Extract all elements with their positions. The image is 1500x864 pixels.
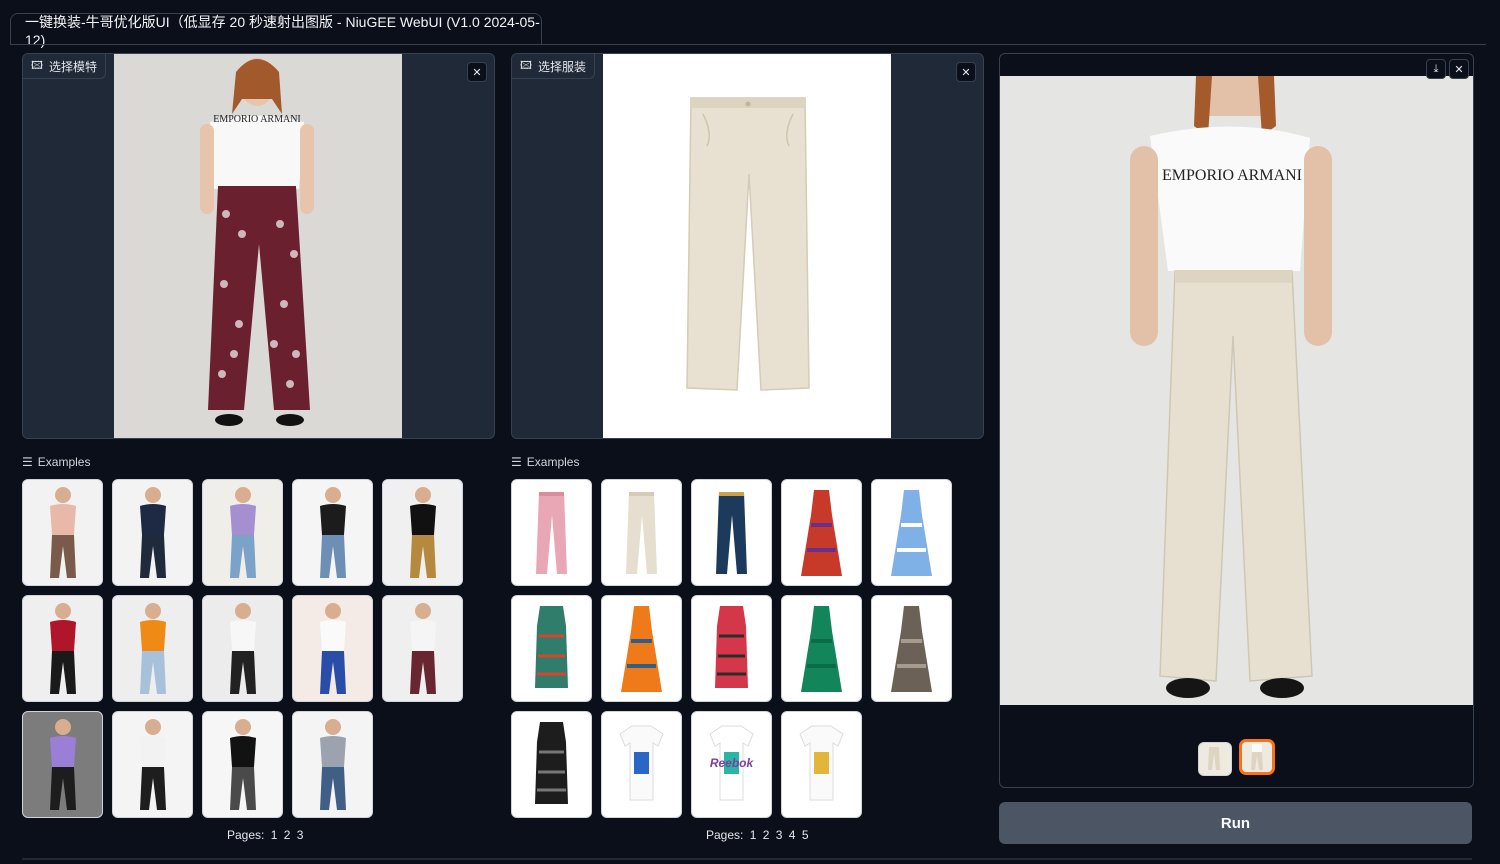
garment-example-blue-floral-dress[interactable]: [871, 479, 952, 586]
garment-example-print-sheath-dress[interactable]: [691, 595, 772, 702]
image-icon: 🖾: [520, 59, 532, 72]
garment-example-plaid-maxi-dress[interactable]: [871, 595, 952, 702]
model-example-black-tee-shorts[interactable]: [292, 479, 373, 586]
output-shirt-text: EMPORIO ARMANI: [1162, 167, 1302, 184]
garment-examples-grid: Reebok: [511, 479, 952, 818]
garment-examples-pagination: Pages: 1 2 3 4 5: [706, 828, 809, 842]
model-example-black-tee-grey-jeans[interactable]: [202, 711, 283, 818]
page-link[interactable]: 2: [284, 828, 291, 842]
page-link[interactable]: 4: [789, 828, 796, 842]
output-image: EMPORIO ARMANI: [1000, 76, 1473, 705]
result-thumb-1[interactable]: [1198, 742, 1232, 776]
model-example-navy-long-sleeve[interactable]: [112, 479, 193, 586]
output-gallery-panel[interactable]: ⤓ ✕ EMPORIO ARMANI: [999, 53, 1474, 788]
garment-example-colorful-gown[interactable]: [781, 479, 862, 586]
close-icon[interactable]: ✕: [956, 62, 976, 82]
model-example-white-cami-black-pants[interactable]: [112, 711, 193, 818]
garment-example-orange-print-dress[interactable]: [601, 595, 682, 702]
model-image-panel[interactable]: 🖾 选择模特 ✕ EMPORIO ARMANI: [22, 53, 495, 439]
model-shirt-text: EMPORIO ARMANI: [213, 114, 301, 125]
garment-example-black-lace-dress[interactable]: [511, 711, 592, 818]
garment-examples-label: ☰ Examples: [511, 455, 580, 469]
model-example-orange-top-jeans[interactable]: [112, 595, 193, 702]
model-image: EMPORIO ARMANI: [114, 54, 402, 438]
page-link[interactable]: 5: [802, 828, 809, 842]
bottom-divider: [22, 858, 1472, 860]
download-icon[interactable]: ⤓: [1426, 59, 1446, 79]
image-icon: 🖾: [31, 59, 43, 72]
model-panel-label: 🖾 选择模特: [23, 54, 106, 79]
app-title: 一键换装-牛哥优化版UI（低显存 20 秒速射出图版 - NiuGEE WebU…: [25, 13, 540, 48]
garment-example-cream-pants[interactable]: [601, 479, 682, 586]
model-example-lavender-tee-jeans[interactable]: [202, 479, 283, 586]
model-example-grey-sweatshirt-jeans[interactable]: [292, 711, 373, 818]
model-example-armani-tee-patterned[interactable]: [382, 595, 463, 702]
model-examples-grid: [22, 479, 463, 818]
model-example-purple-tee-black-pants[interactable]: [22, 711, 103, 818]
model-example-white-top-zebra-skirt[interactable]: [202, 595, 283, 702]
garment-example-reebok-crop-top[interactable]: Reebok: [691, 711, 772, 818]
garment-brand-text: Reebok: [709, 756, 754, 770]
tab-divider: [10, 44, 1486, 45]
model-example-white-tee-blue-pants[interactable]: [292, 595, 373, 702]
page-link[interactable]: 1: [750, 828, 757, 842]
garment-example-portrait-tee[interactable]: [781, 711, 862, 818]
garment-example-graphic-tee[interactable]: [601, 711, 682, 818]
app-tab[interactable]: 一键换装-牛哥优化版UI（低显存 20 秒速射出图版 - NiuGEE WebU…: [10, 13, 542, 48]
model-examples-pagination: Pages: 1 2 3: [227, 828, 304, 842]
list-icon: ☰: [22, 455, 33, 469]
garment-panel-label: 🖾 选择服装: [512, 54, 595, 79]
page-link[interactable]: 3: [297, 828, 304, 842]
model-examples-label: ☰ Examples: [22, 455, 91, 469]
page-link[interactable]: 1: [271, 828, 278, 842]
garment-image: [603, 54, 891, 438]
garment-image-panel[interactable]: 🖾 选择服装 ✕: [511, 53, 984, 439]
page-link[interactable]: 2: [763, 828, 770, 842]
garment-example-navy-flare-pants[interactable]: [691, 479, 772, 586]
garment-example-green-tulle-gown[interactable]: [781, 595, 862, 702]
close-icon[interactable]: ✕: [1449, 59, 1469, 79]
model-example-red-crop-top[interactable]: [22, 595, 103, 702]
close-icon[interactable]: ✕: [467, 62, 487, 82]
list-icon: ☰: [511, 455, 522, 469]
page-link[interactable]: 3: [776, 828, 783, 842]
run-button[interactable]: Run: [999, 802, 1472, 844]
model-example-black-lace-top[interactable]: [382, 479, 463, 586]
garment-example-pink-jeans[interactable]: [511, 479, 592, 586]
model-example-pink-sleeveless-top[interactable]: [22, 479, 103, 586]
result-thumb-2-selected[interactable]: [1239, 739, 1275, 775]
garment-example-striped-mini-dress[interactable]: [511, 595, 592, 702]
